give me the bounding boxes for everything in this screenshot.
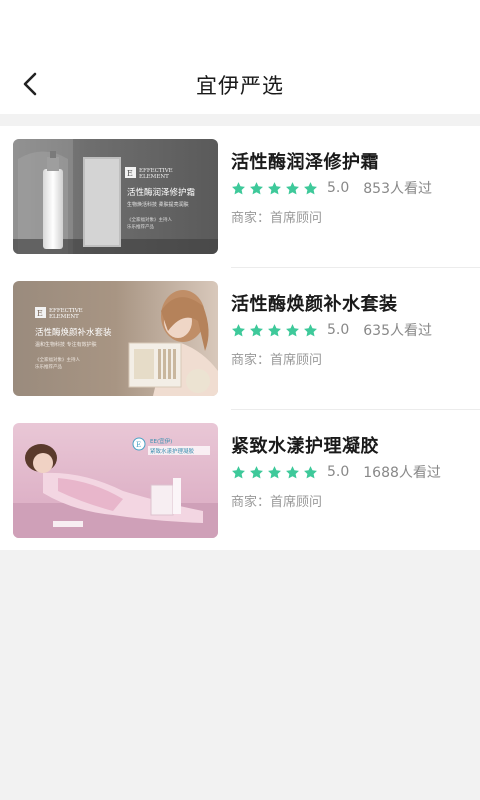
page-title: 宜伊严选 bbox=[196, 74, 284, 98]
star-icon bbox=[232, 323, 245, 336]
star-icon bbox=[250, 181, 263, 194]
banner-brand-line2: ELEMENT bbox=[49, 314, 79, 320]
banner-note1: 《全家福对象》主持人 bbox=[127, 216, 172, 223]
star-icon bbox=[250, 323, 263, 336]
rating-score: 5.0 bbox=[327, 322, 350, 338]
star-icon bbox=[286, 181, 299, 194]
product-banner-image: E EFFECTIVE ELEMENT 活性酶润泽修护霜 生物焕活科技 柔肤提亮… bbox=[13, 139, 218, 254]
banner-headline: 活性酶焕颜补水套装 bbox=[35, 327, 112, 338]
view-count: 635人看过 bbox=[363, 323, 432, 339]
banner-subline: 温和生物科技 专注有效护肤 bbox=[35, 341, 97, 348]
star-icon bbox=[304, 465, 317, 478]
svg-text:E: E bbox=[37, 309, 43, 318]
star-rating bbox=[231, 465, 321, 480]
star-icon bbox=[268, 465, 281, 478]
banner-brand-line1: EE(宜伊) bbox=[150, 437, 172, 445]
merchant-label: 商家：首席顾问 bbox=[231, 495, 323, 510]
star-icon bbox=[250, 465, 263, 478]
banner-headline: 紧致水漾护理凝胶 bbox=[150, 447, 195, 455]
product-item[interactable]: E EFFECTIVE ELEMENT 活性酶润泽修护霜 生物焕活科技 柔肤提亮… bbox=[0, 126, 480, 268]
top-bar: 宜伊严选 bbox=[0, 0, 480, 114]
product-name: 紧致水漾护理凝胶 bbox=[231, 436, 379, 457]
star-rating bbox=[231, 181, 321, 196]
star-rating bbox=[231, 323, 321, 338]
product-banner-image: E EFFECTIVE ELEMENT 活性酶焕颜补水套装 温和生物科技 专注有… bbox=[13, 281, 218, 396]
product-thumbnail: E EE(宜伊) 紧致水漾护理凝胶 bbox=[13, 423, 218, 538]
view-count: 853人看过 bbox=[363, 181, 432, 197]
product-item[interactable]: E EFFECTIVE ELEMENT 活性酶焕颜补水套装 温和生物科技 专注有… bbox=[0, 268, 480, 410]
product-item[interactable]: E EE(宜伊) 紧致水漾护理凝胶 紧致水漾护理凝胶 5.0 1688人看过 商… bbox=[0, 410, 480, 552]
star-icon bbox=[268, 181, 281, 194]
product-name: 活性酶焕颜补水套装 bbox=[231, 294, 398, 315]
star-icon bbox=[232, 181, 245, 194]
rating-row: 5.0 1688人看过 bbox=[231, 462, 441, 482]
view-count: 1688人看过 bbox=[363, 465, 441, 481]
merchant-label: 商家：首席顾问 bbox=[231, 211, 323, 226]
star-icon bbox=[232, 465, 245, 478]
rating-score: 5.0 bbox=[327, 464, 350, 480]
star-icon bbox=[286, 465, 299, 478]
rating-row: 5.0 635人看过 bbox=[231, 320, 432, 340]
banner-subline: 生物焕活科技 柔肤提亮润肤 bbox=[127, 201, 189, 208]
rating-score: 5.0 bbox=[327, 180, 350, 196]
product-thumbnail: E EFFECTIVE ELEMENT 活性酶焕颜补水套装 温和生物科技 专注有… bbox=[13, 281, 218, 396]
banner-note1: 《全家福对象》主持人 bbox=[35, 356, 80, 363]
rating-row: 5.0 853人看过 bbox=[231, 178, 432, 198]
star-icon bbox=[286, 323, 299, 336]
product-banner-image: E EE(宜伊) 紧致水漾护理凝胶 bbox=[13, 423, 218, 538]
banner-brand-line2: ELEMENT bbox=[139, 174, 169, 180]
svg-text:E: E bbox=[127, 169, 133, 178]
product-list: E EFFECTIVE ELEMENT 活性酶润泽修护霜 生物焕活科技 柔肤提亮… bbox=[0, 126, 480, 550]
banner-note2: 乐乐推荐产品 bbox=[127, 223, 154, 230]
banner-headline: 活性酶润泽修护霜 bbox=[127, 187, 195, 198]
product-thumbnail: E EFFECTIVE ELEMENT 活性酶润泽修护霜 生物焕活科技 柔肤提亮… bbox=[13, 139, 218, 254]
star-icon bbox=[304, 181, 317, 194]
star-icon bbox=[268, 323, 281, 336]
merchant-label: 商家：首席顾问 bbox=[231, 353, 323, 368]
star-icon bbox=[304, 323, 317, 336]
product-name: 活性酶润泽修护霜 bbox=[231, 152, 379, 173]
svg-text:E: E bbox=[136, 441, 141, 449]
banner-note2: 乐乐推荐产品 bbox=[35, 363, 62, 370]
